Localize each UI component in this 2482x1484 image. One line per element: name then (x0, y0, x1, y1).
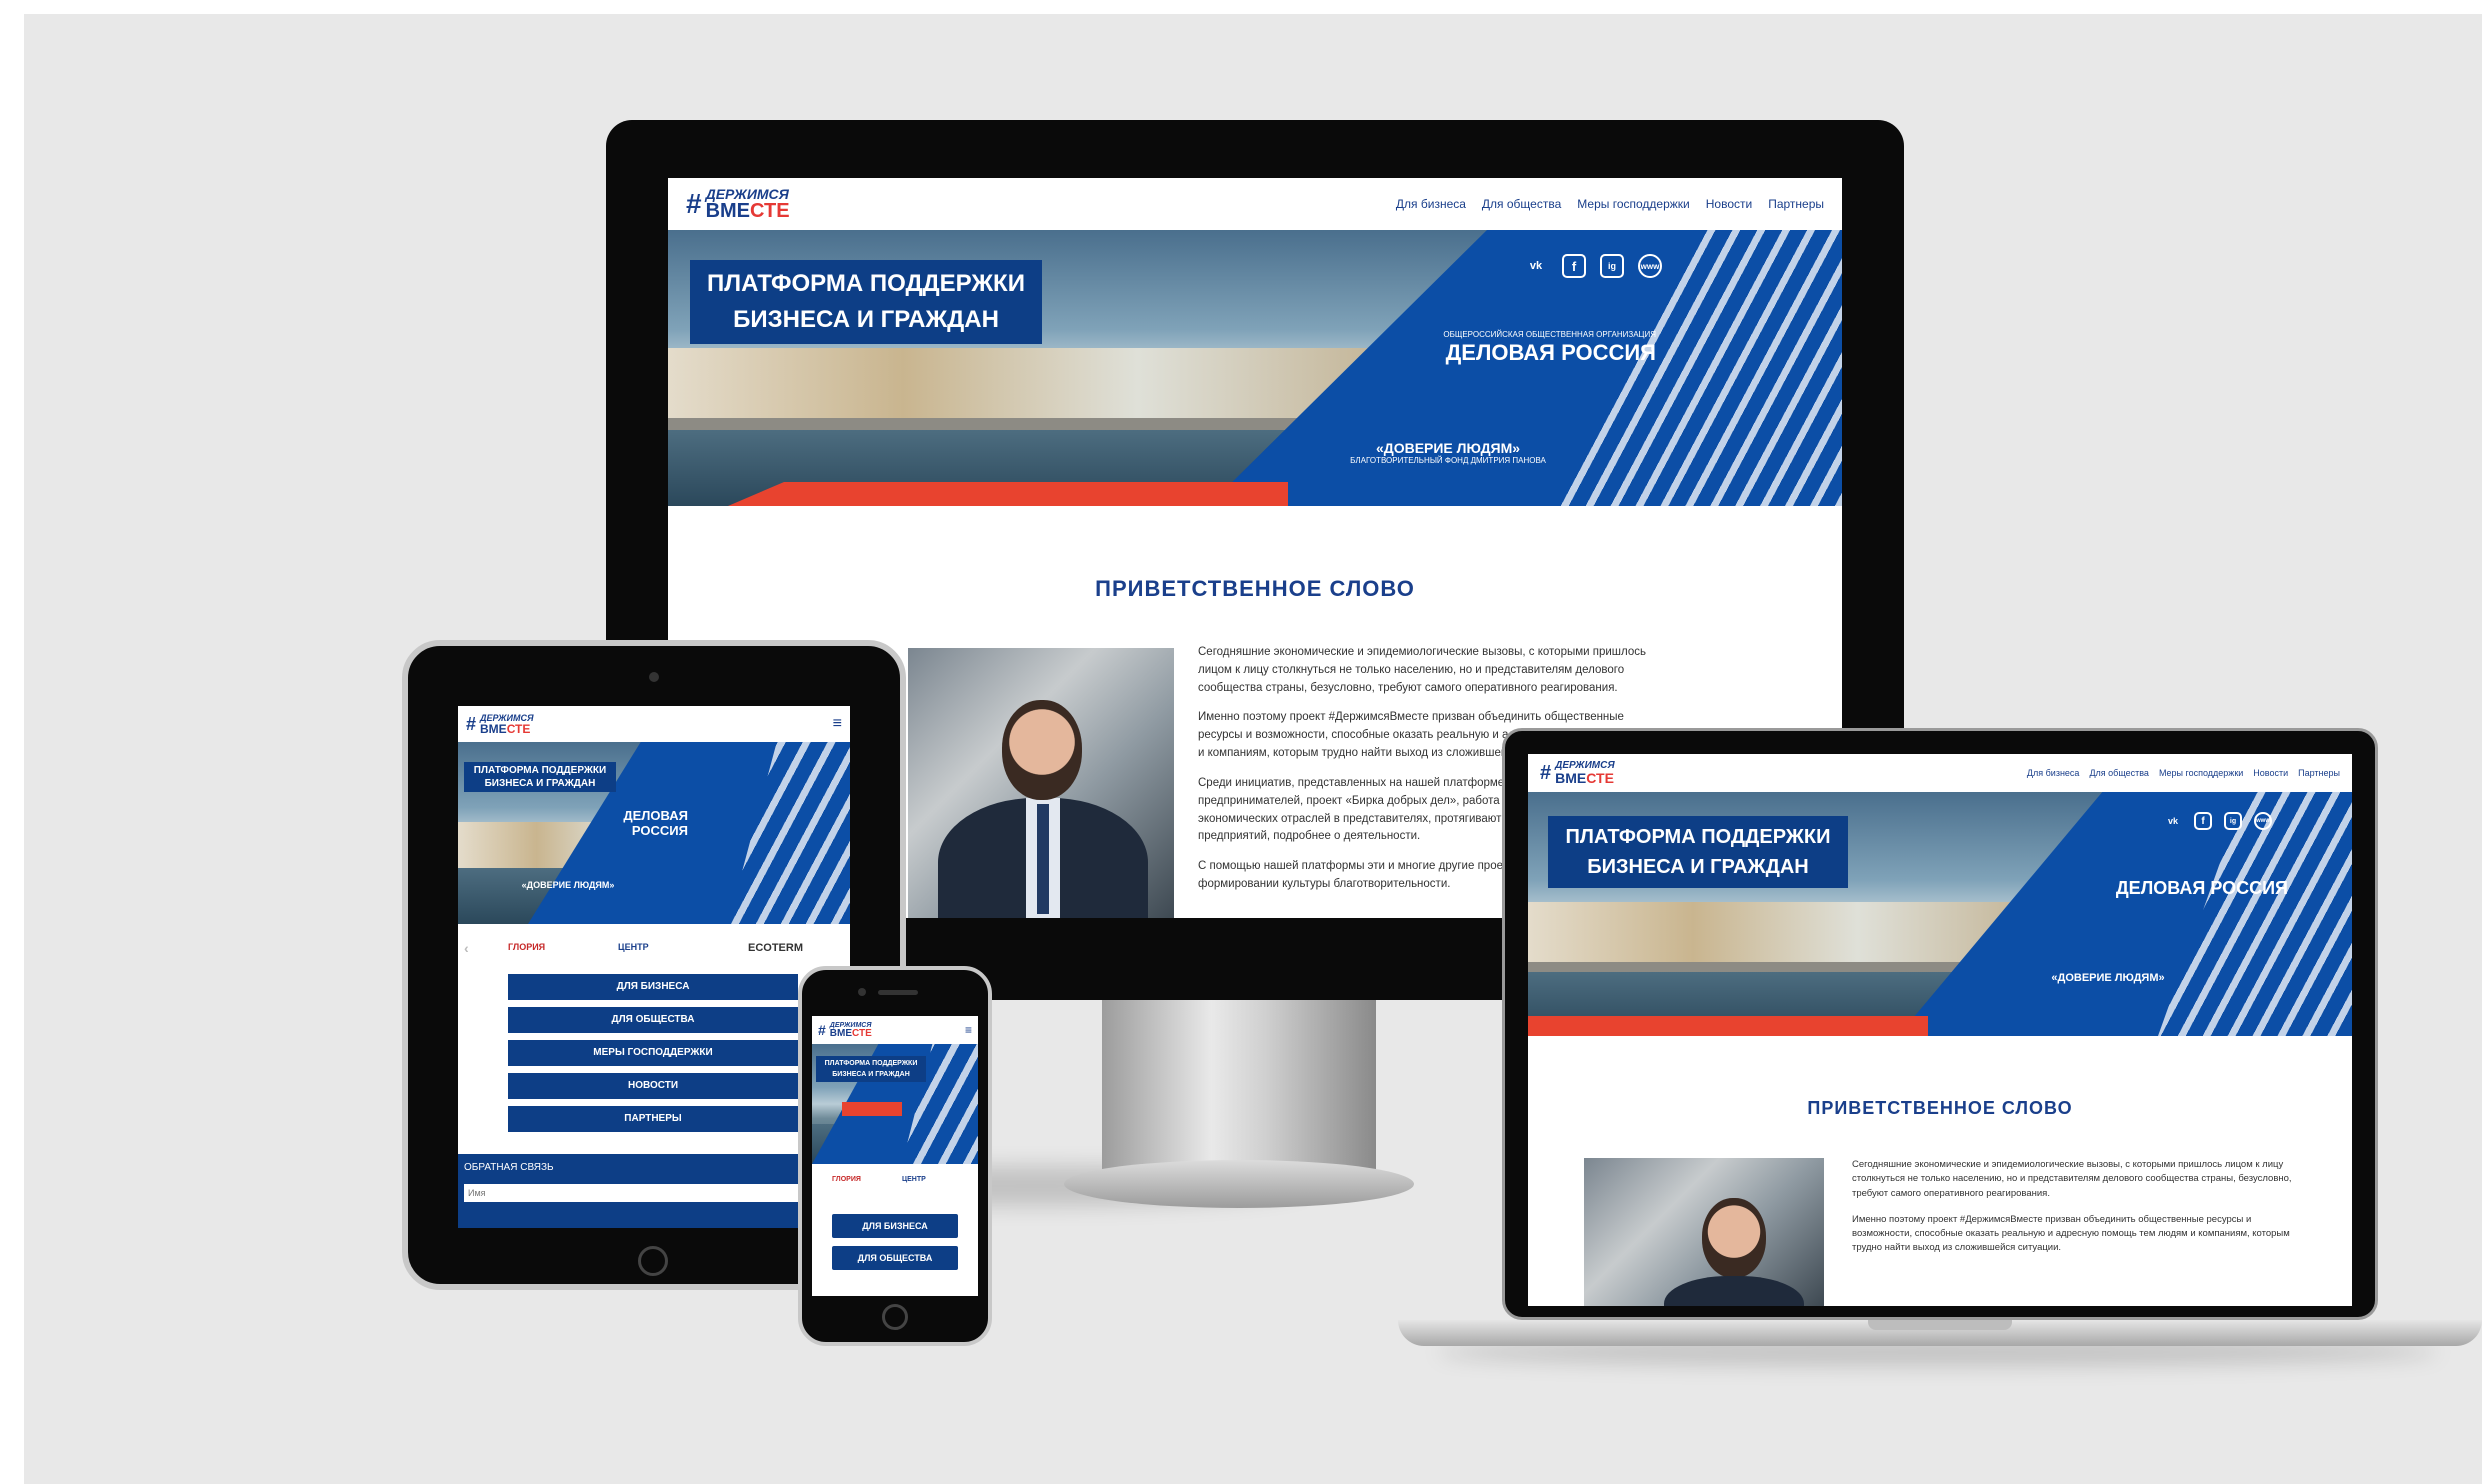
laptop-org1: ДЕЛОВАЯ РОССИЯ (2115, 878, 2288, 898)
laptop-facebook-icon[interactable]: f (2194, 812, 2212, 830)
tablet-logo-line2a: ВМЕ (480, 721, 507, 736)
phone-hamburger-icon[interactable]: ≡ (965, 1023, 972, 1037)
instagram-icon[interactable]: ig (1600, 254, 1624, 278)
org1-title: ДЕЛОВАЯ РОССИЯ (1445, 339, 1656, 365)
phone-logo-line2a: ВМЕ (829, 1027, 853, 1039)
laptop-logo-line2a: ВМЕ (1555, 770, 1587, 786)
site-logo[interactable]: # ДЕРЖИМСЯ ВМЕСТЕ (686, 187, 790, 221)
nav-society[interactable]: Для общества (1482, 197, 1561, 211)
feedback-name-input[interactable] (464, 1184, 834, 1202)
laptop-instagram-icon[interactable]: ig (2224, 812, 2242, 830)
org2-subtitle: БЛАГОТВОРИТЕЛЬНЫЙ ФОНД ДМИТРИЯ ПАНОВА (1350, 456, 1546, 465)
logo-hash: # (686, 188, 702, 219)
tablet-menu-partners[interactable]: ПАРТНЕРЫ (508, 1106, 798, 1132)
laptop-logo[interactable]: # ДЕРЖИМСЯ ВМЕСТЕ (1540, 761, 1615, 786)
vk-icon[interactable]: vk (1524, 254, 1548, 278)
tablet-menu-support[interactable]: МЕРЫ ГОСПОДДЕРЖКИ (508, 1040, 798, 1066)
laptop-nav-business[interactable]: Для бизнеса (2027, 768, 2080, 778)
tablet-menu-society[interactable]: ДЛЯ ОБЩЕСТВА (508, 1007, 798, 1033)
laptop-nav-partners[interactable]: Партнеры (2298, 768, 2340, 778)
tablet-logo-line2b: СТЕ (506, 721, 531, 736)
tablet-screen: # ДЕРЖИМСЯ ВМЕСТЕ ≡ ПЛАТФОРМА ПОДДЕРЖКИ … (458, 706, 850, 1228)
logo-line2b: СТЕ (750, 200, 790, 222)
org2-title: «ДОВЕРИЕ ЛЮДЯМ» (1375, 440, 1521, 456)
partner-logo-2[interactable]: ЦЕНТР (618, 942, 649, 952)
logo-line1: ДЕРЖИМСЯ (705, 186, 789, 202)
tablet-logo[interactable]: # ДЕРЖИМСЯ ВМЕСТЕ (466, 713, 534, 736)
feedback-label: ОБРАТНАЯ СВЯЗЬ (464, 1162, 554, 1173)
phone-logo-hash: # (818, 1022, 826, 1038)
logo-line2a: ВМЕ (705, 200, 751, 222)
org1-subtitle: ОБЩЕРОССИЙСКАЯ ОБЩЕСТВЕННАЯ ОРГАНИЗАЦИЯ (1443, 330, 1656, 339)
phone-partner-logo-1[interactable]: ГЛОРИЯ (832, 1176, 861, 1183)
tablet-org2: «ДОВЕРИЕ ЛЮДЯМ» (521, 880, 615, 890)
phone: # ДЕРЖИМСЯ ВМЕСТЕ ≡ ПЛАТФОРМА ПОДДЕРЖКИ … (798, 966, 992, 1346)
laptop-welcome-p1: Сегодняшние экономические и эпидемиологи… (1852, 1159, 2292, 1199)
hamburger-menu-icon[interactable]: ≡ (833, 715, 842, 733)
welcome-p1: Сегодняшние экономические и эпидемиологи… (1198, 646, 1647, 694)
tablet-banner: ПЛАТФОРМА ПОДДЕРЖКИ БИЗНЕСА И ГРАЖДАН ДЕ… (458, 742, 850, 924)
laptop-title-line1: ПЛАТФОРМА ПОДДЕРЖКИ (1565, 826, 1831, 848)
social-links: vk f ig www (1524, 254, 1662, 278)
phone-btn-society[interactable]: ДЛЯ ОБЩЕСТВА (832, 1246, 958, 1270)
org-delovaya-rossiya[interactable]: ОБЩЕРОССИЙСКАЯ ОБЩЕСТВЕННАЯ ОРГАНИЗАЦИЯ … (1406, 330, 1656, 366)
nav-support[interactable]: Меры господдержки (1577, 197, 1689, 211)
tablet-org1: ДЕЛОВАЯ РОССИЯ (623, 808, 688, 838)
laptop-welcome-text: Сегодняшние экономические и эпидемиологи… (1852, 1158, 2292, 1268)
laptop-screen: # ДЕРЖИМСЯ ВМЕСТЕ Для бизнеса Для общест… (1528, 754, 2352, 1306)
tablet-menu-news[interactable]: НОВОСТИ (508, 1073, 798, 1099)
phone-logo-line2b: СТЕ (852, 1027, 872, 1039)
phone-logo[interactable]: # ДЕРЖИМСЯ ВМЕСТЕ (818, 1022, 872, 1039)
partner-logo-1[interactable]: ГЛОРИЯ (508, 942, 545, 952)
nav-news[interactable]: Новости (1706, 197, 1752, 211)
laptop-speaker-photo (1584, 1158, 1824, 1306)
speaker-photo (908, 648, 1174, 918)
phone-title-line2: БИЗНЕСА И ГРАЖДАН (832, 1071, 910, 1078)
tablet-logo-hash: # (466, 714, 477, 734)
banner-title-line2: БИЗНЕСА И ГРАЖДАН (733, 306, 999, 333)
nav-partners[interactable]: Партнеры (1768, 197, 1824, 211)
laptop-banner: ПЛАТФОРМА ПОДДЕРЖКИ БИЗНЕСА И ГРАЖДАН vk… (1528, 792, 2352, 1036)
laptop-title-line2: БИЗНЕСА И ГРАЖДАН (1587, 856, 1809, 878)
laptop-globe-icon[interactable]: www (2254, 812, 2272, 830)
laptop-nav: Для бизнеса Для общества Меры господдерж… (2027, 768, 2340, 778)
phone-partner-logo-2[interactable]: ЦЕНТР (902, 1176, 926, 1183)
laptop-nav-society[interactable]: Для общества (2089, 768, 2149, 778)
site-header: # ДЕРЖИМСЯ ВМЕСТЕ Для бизнеса Для общест… (668, 178, 1842, 230)
laptop-welcome-p2: Именно поэтому проект #ДержимсяВместе пр… (1852, 1213, 2290, 1254)
laptop-org2: «ДОВЕРИЕ ЛЮДЯМ» (2051, 972, 2165, 984)
phone-screen: # ДЕРЖИМСЯ ВМЕСТЕ ≡ ПЛАТФОРМА ПОДДЕРЖКИ … (812, 1016, 978, 1296)
laptop-logo-line2b: СТЕ (1586, 770, 1614, 786)
tablet-menu-business[interactable]: ДЛЯ БИЗНЕСА (508, 974, 798, 1000)
globe-icon[interactable]: www (1638, 254, 1662, 278)
laptop-vk-icon[interactable]: vk (2164, 812, 2182, 830)
nav-business[interactable]: Для бизнеса (1396, 197, 1466, 211)
laptop-social-links: vk f ig www (2164, 812, 2272, 830)
facebook-icon[interactable]: f (1562, 254, 1586, 278)
banner-title: ПЛАТФОРМА ПОДДЕРЖКИ БИЗНЕСА И ГРАЖДАН (690, 260, 1042, 344)
laptop-nav-news[interactable]: Новости (2253, 768, 2288, 778)
org-doverie-lyudyam[interactable]: «ДОВЕРИЕ ЛЮДЯМ» БЛАГОТВОРИТЕЛЬНЫЙ ФОНД Д… (1318, 440, 1578, 465)
laptop: # ДЕРЖИМСЯ ВМЕСТЕ Для бизнеса Для общест… (1398, 728, 2482, 1368)
feedback-section: ОБРАТНАЯ СВЯЗЬ (458, 1154, 850, 1228)
welcome-heading: ПРИВЕТСТВЕННОЕ СЛОВО (1095, 576, 1415, 601)
main-nav: Для бизнеса Для общества Меры господдерж… (1396, 197, 1824, 211)
phone-title-line1: ПЛАТФОРМА ПОДДЕРЖКИ (824, 1060, 918, 1067)
laptop-nav-support[interactable]: Меры господдержки (2159, 768, 2243, 778)
tablet-title-line2: БИЗНЕСА И ГРАЖДАН (484, 778, 596, 789)
tablet-title-line1: ПЛАТФОРМА ПОДДЕРЖКИ (473, 765, 607, 776)
banner-title-line1: ПЛАТФОРМА ПОДДЕРЖКИ (707, 270, 1025, 297)
laptop-welcome-heading: ПРИВЕТСТВЕННОЕ СЛОВО (1807, 1098, 2073, 1118)
partners-carousel: ‹ ГЛОРИЯ ЦЕНТР ECOTERM (458, 938, 850, 962)
carousel-prev-icon[interactable]: ‹ (464, 940, 469, 956)
hero-banner: ПЛАТФОРМА ПОДДЕРЖКИ БИЗНЕСА И ГРАЖДАН vk… (668, 230, 1842, 506)
phone-banner: ПЛАТФОРМА ПОДДЕРЖКИ БИЗНЕСА И ГРАЖДАН (812, 1044, 978, 1164)
laptop-logo-hash: # (1540, 762, 1552, 784)
phone-btn-business[interactable]: ДЛЯ БИЗНЕСА (832, 1214, 958, 1238)
partner-logo-3[interactable]: ECOTERM (748, 942, 803, 954)
